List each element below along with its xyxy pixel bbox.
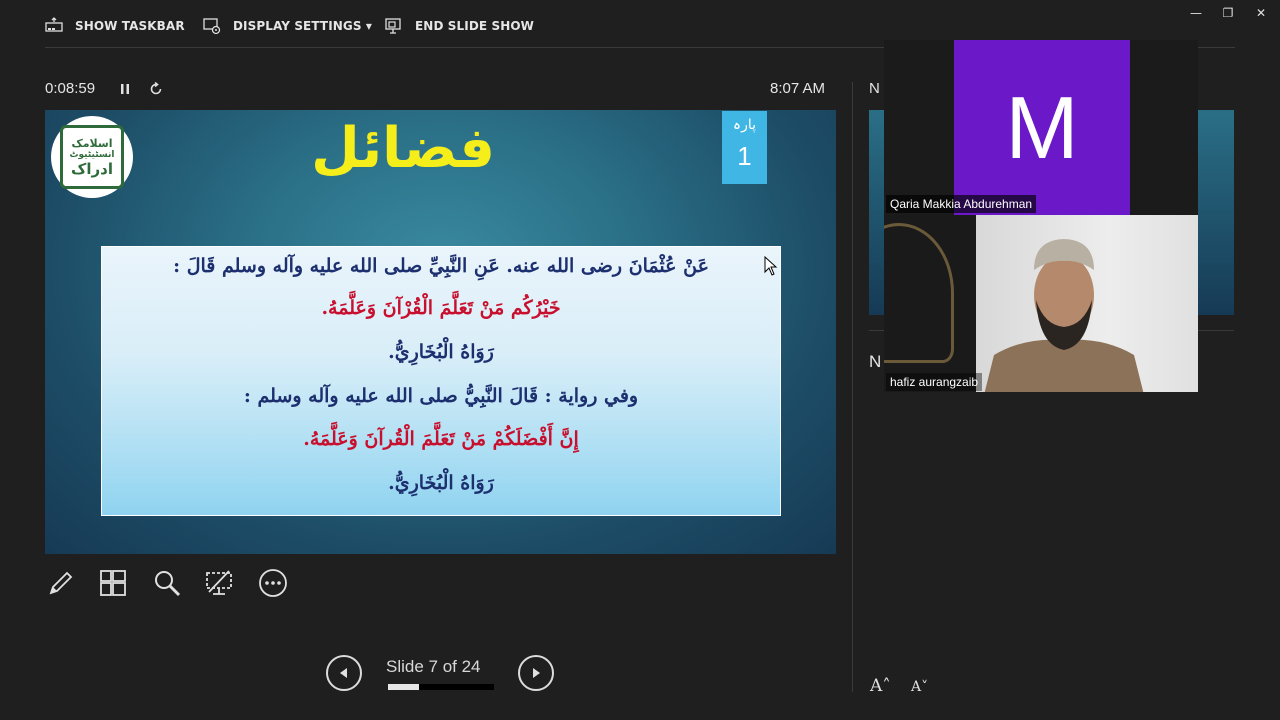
participant-person-image xyxy=(984,239,1144,392)
pause-icon xyxy=(121,84,129,94)
next-slide-label: N xyxy=(869,80,880,97)
slide-progress-fill xyxy=(388,684,419,690)
hadith-line: رَوَاهُ الْبُخَارِيُّ. xyxy=(388,341,494,363)
restart-timer-button[interactable] xyxy=(148,80,164,98)
screen-icon xyxy=(206,570,232,595)
next-slide-button[interactable] xyxy=(518,655,554,691)
slide-counter: Slide 7 of 24 xyxy=(386,657,481,676)
hadith-line: وفي رواية : قَالَ النَّبِيُّ صلى الله عل… xyxy=(243,385,639,407)
slide-grid-icon xyxy=(100,570,126,596)
participant-avatar: M xyxy=(954,40,1130,216)
logo-text-3: ادراک xyxy=(71,159,113,178)
para-badge: پارہ 1 xyxy=(722,111,767,184)
para-number: 1 xyxy=(737,141,752,171)
logo-text-1: اسلامک xyxy=(71,136,113,150)
show-taskbar-label: SHOW TASKBAR xyxy=(75,19,185,33)
mouse-cursor-icon xyxy=(764,256,778,276)
participant-name: hafiz aurangzaib xyxy=(886,373,983,391)
zoom-button[interactable] xyxy=(150,566,184,600)
logo-text-2: انسٹیٹیوٹ xyxy=(69,149,115,160)
font-increase-icon: A˄ xyxy=(870,676,891,696)
previous-arrow-icon xyxy=(340,668,347,678)
end-show-icon xyxy=(385,18,401,34)
pen-tool-button[interactable] xyxy=(44,566,78,600)
restore-button[interactable]: ❐ xyxy=(1212,2,1244,24)
minimize-icon: — xyxy=(1190,6,1202,20)
participant-video-hafiz[interactable]: hafiz aurangzaib xyxy=(884,215,1198,392)
current-slide[interactable]: اسلامک انسٹیٹیوٹ ادراک فضائل پارہ 1 عَنْ… xyxy=(45,110,836,554)
arch-decoration xyxy=(884,223,954,363)
zoom-icon xyxy=(155,571,181,597)
end-slide-show-label: END SLIDE SHOW xyxy=(415,19,534,33)
close-button[interactable]: ✕ xyxy=(1245,2,1277,24)
more-icon xyxy=(259,569,287,597)
see-all-slides-button[interactable] xyxy=(96,566,130,600)
video-background-dark xyxy=(884,215,976,392)
institute-logo: اسلامک انسٹیٹیوٹ ادراک xyxy=(51,116,133,198)
close-icon: ✕ xyxy=(1255,6,1267,20)
restart-icon xyxy=(150,81,162,95)
display-settings-icon xyxy=(203,18,221,35)
para-label: پارہ xyxy=(732,117,757,133)
decrease-font-button[interactable]: A˅ xyxy=(911,679,928,695)
pane-divider[interactable] xyxy=(852,82,853,692)
hadith-line: رَوَاهُ الْبُخَارِيُّ. xyxy=(388,472,494,494)
increase-font-button[interactable]: A˄ xyxy=(870,676,891,696)
pen-icon xyxy=(49,571,73,595)
next-arrow-icon xyxy=(533,668,540,678)
more-options-button[interactable] xyxy=(256,566,290,600)
restore-icon: ❐ xyxy=(1222,6,1234,20)
previous-slide-button[interactable] xyxy=(326,655,362,691)
hadith-textbox: عَنْ عُثْمَانَ رضی الله عنه. عَنِ النَّب… xyxy=(101,246,781,516)
logo-emblem: اسلامک انسٹیٹیوٹ ادراک xyxy=(60,125,124,189)
elapsed-timer: 0:08:59 xyxy=(45,80,96,97)
slide-progress-bar xyxy=(388,684,494,690)
end-slide-show-button[interactable]: END SLIDE SHOW xyxy=(385,14,534,38)
hadith-line: إِنَّ أَفْضَلَكُمْ مَنْ تَعَلَّمَ الْقُر… xyxy=(303,428,579,450)
black-screen-button[interactable] xyxy=(202,566,236,600)
font-decrease-icon: A˅ xyxy=(911,679,929,695)
pause-timer-button[interactable] xyxy=(117,80,133,98)
display-settings-button[interactable]: DISPLAY SETTINGS ▾ xyxy=(203,14,372,38)
taskbar-icon xyxy=(45,17,63,32)
current-time: 8:07 AM xyxy=(770,80,826,97)
display-settings-label: DISPLAY SETTINGS ▾ xyxy=(233,19,373,33)
notes-label: N xyxy=(869,352,882,371)
hadith-line: خَيْرُكُم مَنْ تَعَلَّمَ الْقُرْآنَ وَعَ… xyxy=(321,297,561,319)
slide-title: فضائل xyxy=(311,116,495,181)
show-taskbar-button[interactable]: SHOW TASKBAR xyxy=(45,14,185,38)
participant-name: Qaria Makkia Abdurehman xyxy=(886,195,1037,213)
avatar-initial: M xyxy=(1005,78,1079,177)
participant-video-m[interactable]: M Qaria Makkia Abdurehman xyxy=(884,40,1198,216)
minimize-button[interactable]: — xyxy=(1180,2,1212,24)
hadith-line: عَنْ عُثْمَانَ رضی الله عنه. عَنِ النَّب… xyxy=(173,255,709,277)
